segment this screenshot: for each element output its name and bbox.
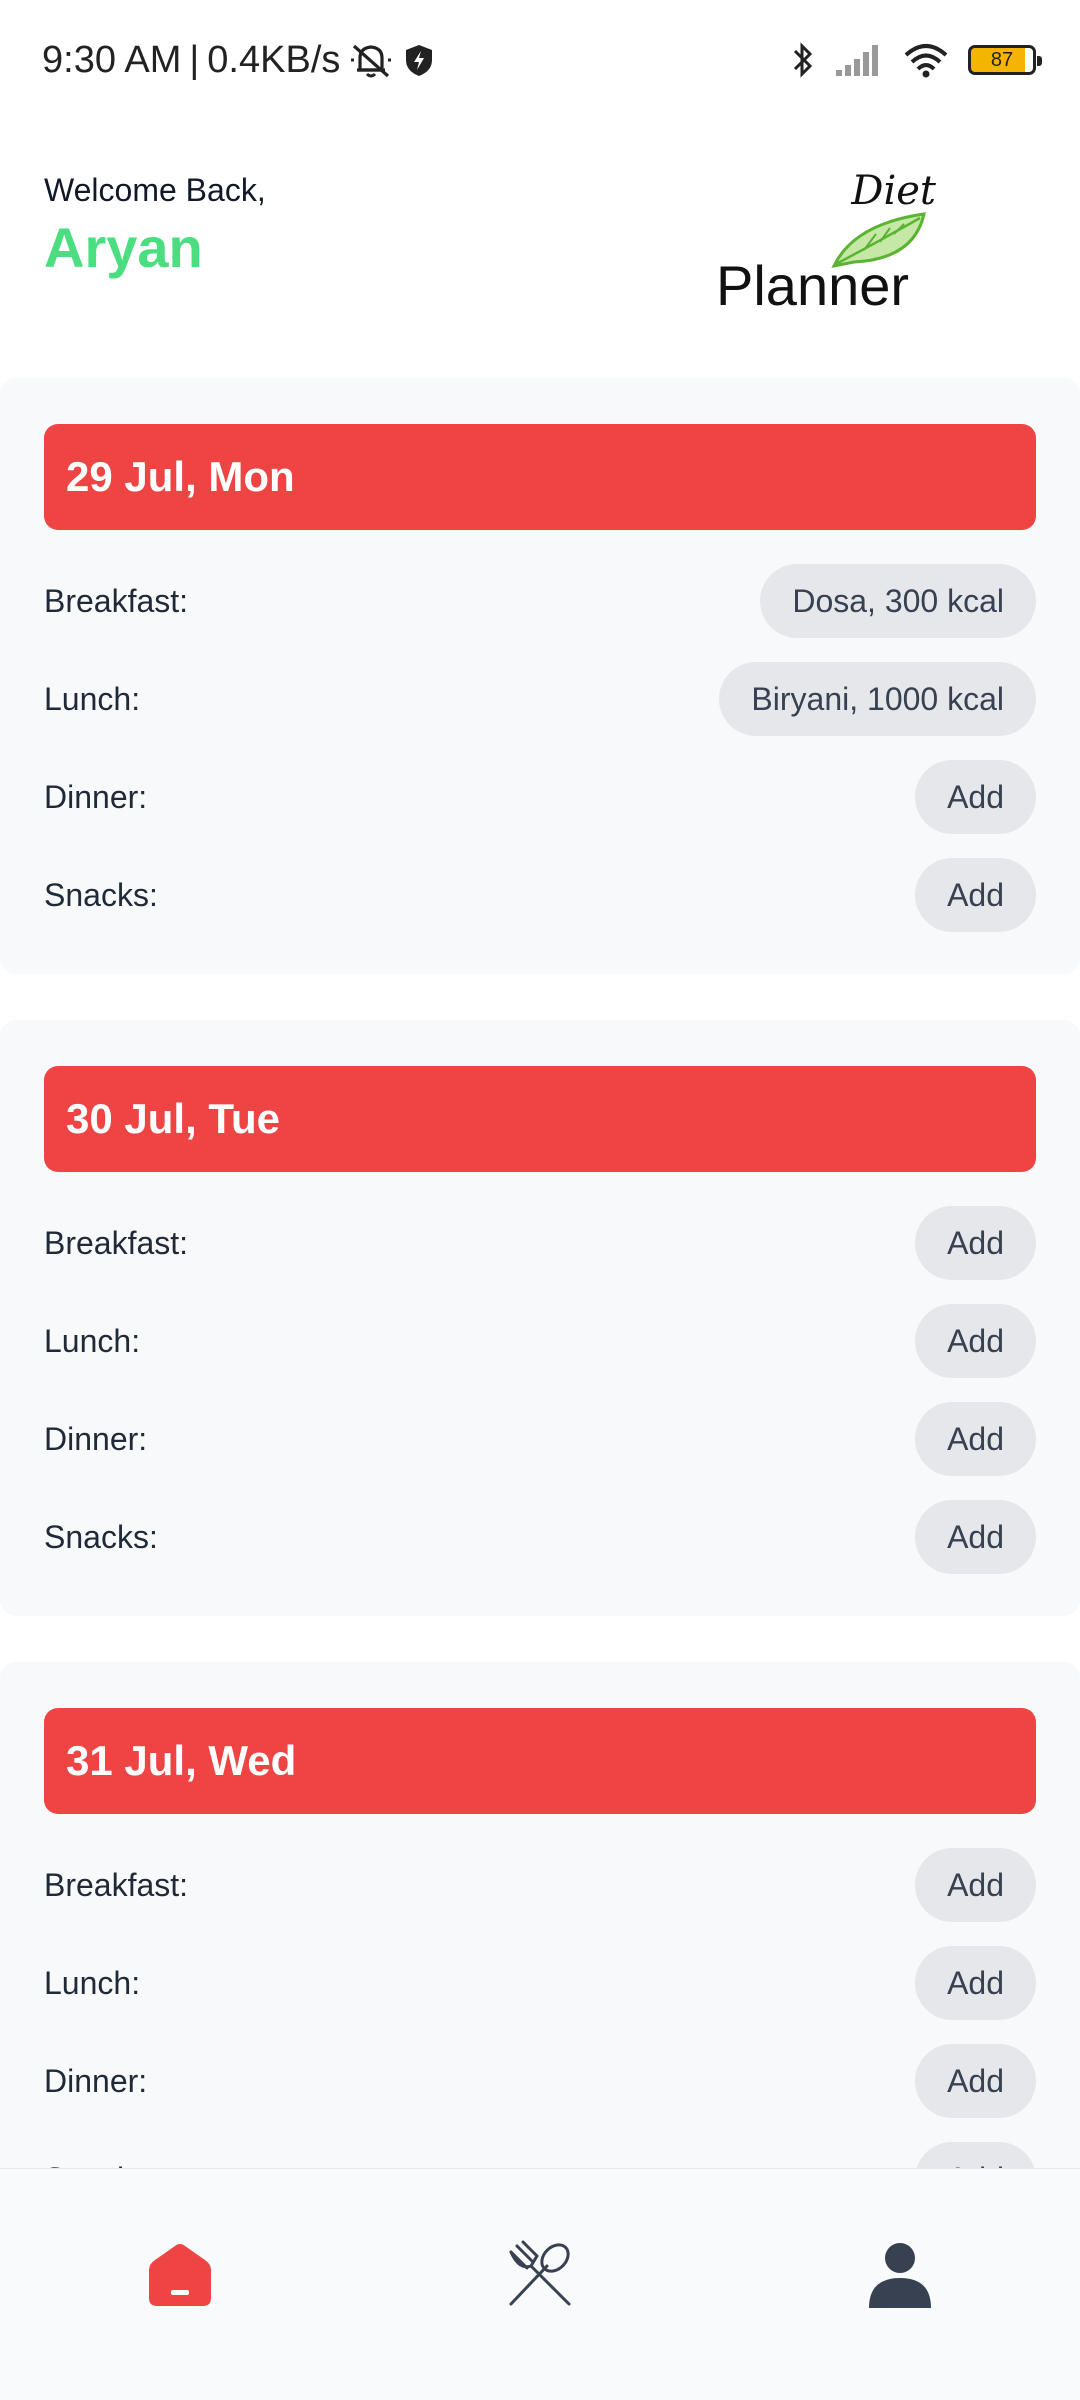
mute-bell-icon xyxy=(348,40,394,80)
bluetooth-icon xyxy=(790,40,816,80)
meal-row-breakfast: Breakfast: Add xyxy=(44,1836,1036,1934)
add-meal-button[interactable]: Add xyxy=(915,858,1036,932)
meal-label: Dinner: xyxy=(44,778,148,815)
meal-row-snacks: Snacks: Add xyxy=(44,846,1036,944)
meal-label: Dinner: xyxy=(44,1420,148,1457)
meal-label: Lunch: xyxy=(44,1964,141,2001)
add-meal-button[interactable]: Add xyxy=(915,1500,1036,1574)
meal-row-dinner: Dinner: Add xyxy=(44,2032,1036,2130)
status-right: 87 xyxy=(790,40,1042,80)
meal-row-dinner: Dinner: Add xyxy=(44,1390,1036,1488)
meal-value-button[interactable]: Biryani, 1000 kcal xyxy=(719,662,1036,736)
day-header: 31 Jul, Wed xyxy=(44,1708,1036,1814)
bottom-nav xyxy=(0,2168,1080,2400)
meal-label: Lunch: xyxy=(44,1322,141,1359)
status-bar: 9:30 AM | 0.4KB/s 87 xyxy=(0,0,1080,120)
wifi-icon xyxy=(902,41,950,79)
home-icon xyxy=(149,2243,211,2306)
meal-row-lunch: Lunch: Add xyxy=(44,1292,1036,1390)
add-meal-button[interactable]: Add xyxy=(915,1946,1036,2020)
meal-row-lunch: Lunch: Add xyxy=(44,1934,1036,2032)
profile-icon xyxy=(869,2242,931,2308)
meal-label: Dinner: xyxy=(44,2062,148,2099)
nav-meals[interactable] xyxy=(470,2215,610,2335)
status-left: 9:30 AM | 0.4KB/s xyxy=(42,39,436,82)
add-meal-button[interactable]: Add xyxy=(915,1206,1036,1280)
meal-row-breakfast: Breakfast: Dosa, 300 kcal xyxy=(44,552,1036,650)
battery-level: 87 xyxy=(990,48,1014,71)
app-logo: Diet Planner xyxy=(716,168,936,318)
day-header: 30 Jul, Tue xyxy=(44,1066,1036,1172)
logo-planner-text: Planner xyxy=(716,254,910,317)
meal-row-snacks: Snacks: Add xyxy=(44,1488,1036,1586)
meal-value-button[interactable]: Dosa, 300 kcal xyxy=(760,564,1036,638)
signal-icon xyxy=(834,42,884,78)
add-meal-button[interactable]: Add xyxy=(915,1848,1036,1922)
day-header: 29 Jul, Mon xyxy=(44,424,1036,530)
meal-label: Breakfast: xyxy=(44,1866,189,1903)
nav-profile[interactable] xyxy=(830,2215,970,2335)
welcome-block: Welcome Back, Aryan xyxy=(44,150,266,280)
meal-label: Snacks: xyxy=(44,876,158,913)
fork-spoon-icon xyxy=(509,2240,571,2305)
status-separator: | xyxy=(189,38,200,81)
day-card: 29 Jul, Mon Breakfast: Dosa, 300 kcal Lu… xyxy=(0,378,1080,974)
status-time: 9:30 AM xyxy=(42,38,182,81)
shield-icon xyxy=(402,42,436,78)
user-name: Aryan xyxy=(44,216,203,279)
meal-label: Breakfast: xyxy=(44,1224,189,1261)
day-list: 29 Jul, Mon Breakfast: Dosa, 300 kcal Lu… xyxy=(0,378,1080,2304)
meal-row-lunch: Lunch: Biryani, 1000 kcal xyxy=(44,650,1036,748)
meal-row-breakfast: Breakfast: Add xyxy=(44,1194,1036,1292)
welcome-text: Welcome Back, xyxy=(44,172,266,208)
network-speed: 0.4KB/s xyxy=(207,38,341,81)
add-meal-button[interactable]: Add xyxy=(915,1304,1036,1378)
header: Welcome Back, Aryan Diet Planner xyxy=(0,150,1080,340)
meal-label: Snacks: xyxy=(44,1518,158,1555)
nav-home[interactable] xyxy=(110,2215,250,2335)
add-meal-button[interactable]: Add xyxy=(915,1402,1036,1476)
day-card: 30 Jul, Tue Breakfast: Add Lunch: Add Di… xyxy=(0,1020,1080,1616)
battery-icon: 87 xyxy=(968,45,1042,75)
meal-label: Lunch: xyxy=(44,680,141,717)
add-meal-button[interactable]: Add xyxy=(915,760,1036,834)
add-meal-button[interactable]: Add xyxy=(915,2044,1036,2118)
meal-row-dinner: Dinner: Add xyxy=(44,748,1036,846)
meal-label: Breakfast: xyxy=(44,582,189,619)
